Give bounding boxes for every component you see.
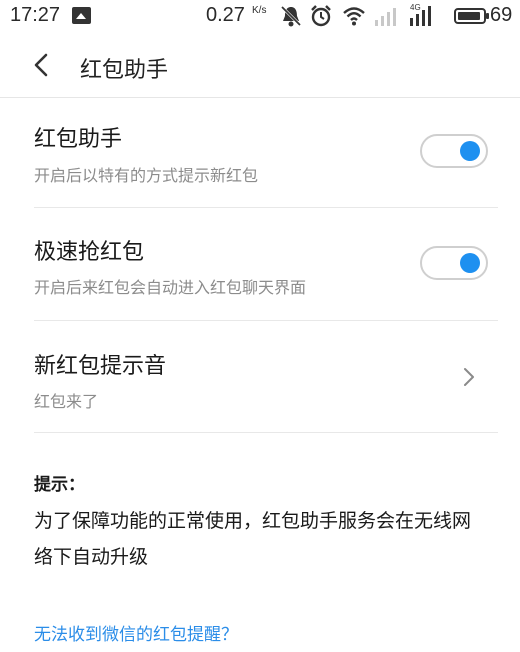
battery-level: 69 bbox=[490, 4, 513, 26]
tip-body: 为了保障功能的正常使用，红包助手服务会在无线网络下自动升级 bbox=[34, 510, 472, 568]
toggle-knob bbox=[460, 253, 480, 273]
alarm-icon bbox=[311, 5, 331, 27]
signal-4g-icon bbox=[410, 6, 431, 26]
status-time: 17:27 bbox=[10, 4, 61, 26]
mute-icon bbox=[280, 5, 302, 27]
setting-title: 极速抢红包 bbox=[34, 240, 145, 265]
network-speed: 0.27 bbox=[206, 4, 245, 26]
toggle-knob bbox=[460, 141, 480, 161]
status-bar: 17:27 0.27 K/s 4G 69 bbox=[0, 0, 520, 32]
fast-grab-toggle[interactable] bbox=[420, 246, 488, 280]
setting-row-hongbao-assistant[interactable]: 红包助手 开启后以特有的方式提示新红包 bbox=[34, 98, 498, 208]
hongbao-assistant-toggle[interactable] bbox=[420, 134, 488, 168]
signal-icon bbox=[375, 8, 396, 26]
back-arrow-icon[interactable] bbox=[30, 52, 54, 78]
setting-subtitle: 开启后来红包会自动进入红包聊天界面 bbox=[34, 278, 307, 297]
network-speed-unit: K/s bbox=[252, 5, 267, 16]
setting-title: 新红包提示音 bbox=[34, 354, 167, 379]
title-bar: 红包助手 bbox=[0, 32, 520, 98]
notification-icon bbox=[72, 7, 91, 24]
page-title: 红包助手 bbox=[80, 58, 169, 83]
setting-row-notification-sound[interactable]: 新红包提示音 红包来了 bbox=[34, 321, 498, 433]
help-link[interactable]: 无法收到微信的红包提醒？ bbox=[34, 620, 238, 645]
battery-icon bbox=[454, 8, 489, 24]
setting-row-fast-grab[interactable]: 极速抢红包 开启后来红包会自动进入红包聊天界面 bbox=[34, 208, 498, 321]
tip-heading: 提示： bbox=[34, 475, 85, 495]
chevron-right-icon bbox=[464, 368, 474, 386]
setting-title: 红包助手 bbox=[34, 127, 123, 152]
setting-subtitle: 开启后以特有的方式提示新红包 bbox=[34, 166, 259, 185]
setting-subtitle: 红包来了 bbox=[34, 392, 99, 411]
wifi-icon bbox=[343, 7, 365, 26]
